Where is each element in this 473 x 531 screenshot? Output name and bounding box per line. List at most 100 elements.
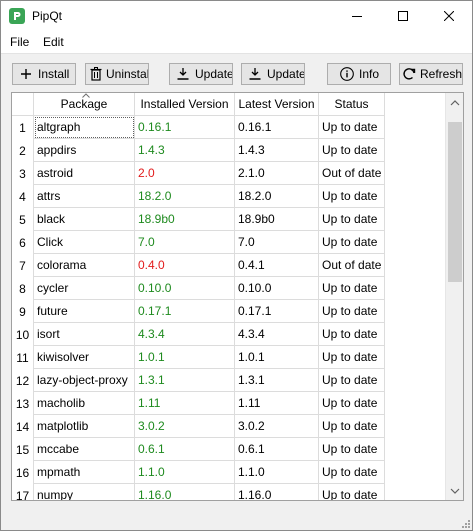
column-header-latest-version[interactable]: Latest Version	[235, 93, 319, 116]
cell-package[interactable]: cycler	[34, 277, 135, 300]
cell-package[interactable]: colorama	[34, 254, 135, 277]
cell-installed-version[interactable]: 1.4.3	[135, 139, 235, 162]
cell-latest-version[interactable]: 0.4.1	[235, 254, 319, 277]
row-number[interactable]: 3	[12, 162, 34, 185]
cell-latest-version[interactable]: 2.1.0	[235, 162, 319, 185]
title-bar[interactable]: PipQt	[1, 1, 472, 31]
cell-installed-version[interactable]: 1.0.1	[135, 346, 235, 369]
cell-status[interactable]: Up to date	[319, 438, 385, 461]
cell-status[interactable]: Up to date	[319, 300, 385, 323]
info-button[interactable]: Info	[327, 63, 391, 85]
cell-latest-version[interactable]: 0.10.0	[235, 277, 319, 300]
cell-package[interactable]: mccabe	[34, 438, 135, 461]
cell-package[interactable]: numpy	[34, 484, 135, 500]
cell-package[interactable]: mpmath	[34, 461, 135, 484]
cell-status[interactable]: Up to date	[319, 139, 385, 162]
row-number[interactable]: 4	[12, 185, 34, 208]
update-button[interactable]: Update	[169, 63, 233, 85]
cell-installed-version[interactable]: 1.1.0	[135, 461, 235, 484]
scroll-down-icon[interactable]	[450, 488, 460, 494]
cell-latest-version[interactable]: 3.0.2	[235, 415, 319, 438]
row-number[interactable]: 16	[12, 461, 34, 484]
row-number[interactable]: 5	[12, 208, 34, 231]
cell-status[interactable]: Up to date	[319, 116, 385, 139]
row-number[interactable]: 8	[12, 277, 34, 300]
row-number[interactable]: 2	[12, 139, 34, 162]
cell-status[interactable]: Up to date	[319, 415, 385, 438]
row-number[interactable]: 13	[12, 392, 34, 415]
row-number[interactable]: 17	[12, 484, 34, 500]
cell-package[interactable]: kiwisolver	[34, 346, 135, 369]
cell-status[interactable]: Up to date	[319, 461, 385, 484]
cell-package[interactable]: future	[34, 300, 135, 323]
cell-package[interactable]: appdirs	[34, 139, 135, 162]
cell-package[interactable]: altgraph	[34, 116, 135, 139]
cell-package[interactable]: Click	[34, 231, 135, 254]
cell-package[interactable]: matplotlib	[34, 415, 135, 438]
vertical-scrollbar[interactable]	[445, 93, 463, 500]
row-number[interactable]: 7	[12, 254, 34, 277]
install-button[interactable]: Install	[12, 63, 76, 85]
column-header-installed-version[interactable]: Installed Version	[135, 93, 235, 116]
cell-latest-version[interactable]: 18.9b0	[235, 208, 319, 231]
resize-grip-icon[interactable]	[460, 518, 470, 528]
cell-package[interactable]: black	[34, 208, 135, 231]
column-header-package[interactable]: Package	[34, 93, 135, 116]
cell-status[interactable]: Up to date	[319, 185, 385, 208]
cell-latest-version[interactable]: 1.11	[235, 392, 319, 415]
cell-installed-version[interactable]: 0.6.1	[135, 438, 235, 461]
cell-package[interactable]: macholib	[34, 392, 135, 415]
cell-status[interactable]: Up to date	[319, 231, 385, 254]
cell-status[interactable]: Up to date	[319, 323, 385, 346]
cell-status[interactable]: Out of date	[319, 162, 385, 185]
cell-installed-version[interactable]: 1.3.1	[135, 369, 235, 392]
cell-installed-version[interactable]: 1.11	[135, 392, 235, 415]
cell-latest-version[interactable]: 7.0	[235, 231, 319, 254]
cell-package[interactable]: lazy-object-proxy	[34, 369, 135, 392]
cell-latest-version[interactable]: 1.1.0	[235, 461, 319, 484]
cell-installed-version[interactable]: 0.10.0	[135, 277, 235, 300]
cell-installed-version[interactable]: 7.0	[135, 231, 235, 254]
scrollbar-thumb[interactable]	[448, 122, 462, 282]
row-number[interactable]: 12	[12, 369, 34, 392]
row-number[interactable]: 6	[12, 231, 34, 254]
cell-status[interactable]: Up to date	[319, 369, 385, 392]
cell-installed-version[interactable]: 3.0.2	[135, 415, 235, 438]
close-button[interactable]	[426, 1, 472, 31]
cell-installed-version[interactable]: 4.3.4	[135, 323, 235, 346]
cell-package[interactable]: isort	[34, 323, 135, 346]
cell-package[interactable]: astroid	[34, 162, 135, 185]
row-number[interactable]: 11	[12, 346, 34, 369]
row-number[interactable]: 10	[12, 323, 34, 346]
maximize-button[interactable]	[380, 1, 426, 31]
menu-edit[interactable]: Edit	[43, 35, 64, 49]
cell-installed-version[interactable]: 18.2.0	[135, 185, 235, 208]
cell-status[interactable]: Up to date	[319, 392, 385, 415]
uninstall-button[interactable]: Uninstall	[85, 63, 149, 85]
cell-latest-version[interactable]: 4.3.4	[235, 323, 319, 346]
column-header-status[interactable]: Status	[319, 93, 385, 116]
cell-latest-version[interactable]: 1.4.3	[235, 139, 319, 162]
cell-status[interactable]: Up to date	[319, 484, 385, 500]
cell-latest-version[interactable]: 1.16.0	[235, 484, 319, 500]
cell-latest-version[interactable]: 0.6.1	[235, 438, 319, 461]
cell-installed-version[interactable]: 0.17.1	[135, 300, 235, 323]
row-number[interactable]: 15	[12, 438, 34, 461]
cell-status[interactable]: Up to date	[319, 277, 385, 300]
cell-installed-version[interactable]: 1.16.0	[135, 484, 235, 500]
scroll-up-icon[interactable]	[450, 100, 460, 106]
cell-status[interactable]: Up to date	[319, 346, 385, 369]
refresh-button[interactable]: Refresh	[399, 63, 463, 85]
cell-installed-version[interactable]: 18.9b0	[135, 208, 235, 231]
package-table[interactable]: Package Installed Version Latest Version…	[11, 92, 464, 501]
row-number[interactable]: 9	[12, 300, 34, 323]
minimize-button[interactable]	[334, 1, 380, 31]
cell-installed-version[interactable]: 2.0	[135, 162, 235, 185]
cell-latest-version[interactable]: 0.16.1	[235, 116, 319, 139]
update-all-button[interactable]: Update A	[241, 63, 305, 85]
cell-package[interactable]: attrs	[34, 185, 135, 208]
cell-status[interactable]: Up to date	[319, 208, 385, 231]
row-number[interactable]: 1	[12, 116, 34, 139]
cell-installed-version[interactable]: 0.4.0	[135, 254, 235, 277]
cell-latest-version[interactable]: 0.17.1	[235, 300, 319, 323]
